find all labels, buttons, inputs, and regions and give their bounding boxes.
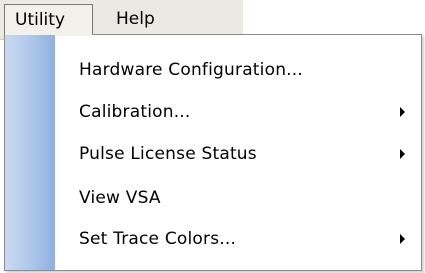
menu-item-label: View VSA [79, 188, 161, 208]
menu-item-hardware-configuration[interactable]: Hardware Configuration... [55, 49, 421, 91]
chevron-right-icon [400, 107, 405, 117]
chevron-right-icon [400, 234, 405, 244]
menu-item-view-vsa[interactable]: View VSA [55, 177, 421, 219]
menu-help[interactable]: Help [103, 4, 163, 34]
chevron-right-icon [400, 149, 405, 159]
menu-help-label: Help [116, 9, 155, 29]
menu-utility-label: Utility [15, 9, 66, 30]
menu-item-label: Hardware Configuration... [79, 60, 303, 80]
menu-item-set-trace-colors[interactable]: Set Trace Colors... [55, 218, 421, 260]
menu-item-label: Calibration... [79, 102, 191, 122]
utility-dropdown-menu: Hardware Configuration... Calibration...… [4, 34, 422, 271]
menu-item-calibration[interactable]: Calibration... [55, 91, 421, 133]
menu-icon-gutter [5, 35, 55, 270]
menu-utility[interactable]: Utility [4, 4, 93, 34]
menu-item-pulse-license-status[interactable]: Pulse License Status [55, 133, 421, 175]
menu-item-label: Pulse License Status [79, 144, 257, 164]
menu-item-label: Set Trace Colors... [79, 229, 237, 249]
